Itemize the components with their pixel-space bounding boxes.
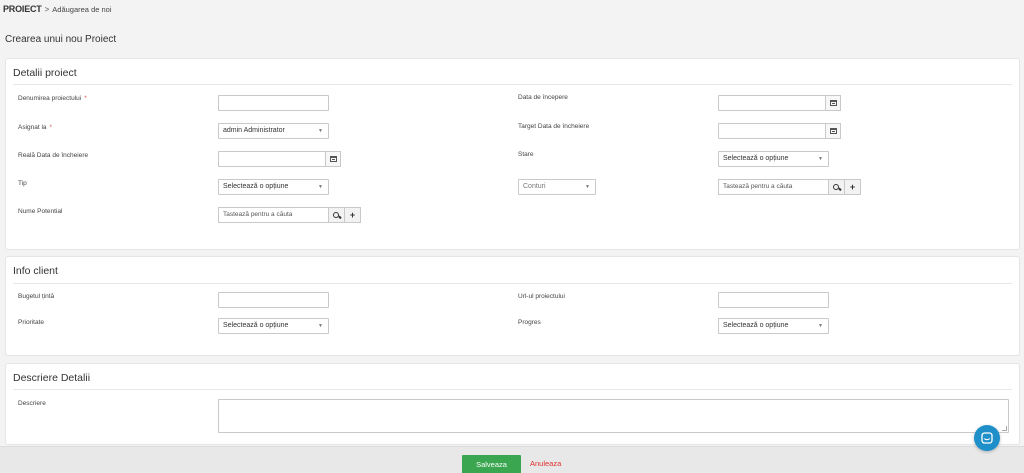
details-divider <box>13 84 1012 85</box>
budget-label: Bugetul țintă <box>18 293 55 300</box>
potential-search-button[interactable] <box>329 207 345 223</box>
project-name-label: Denumirea proiectului * <box>18 95 87 102</box>
assigned-label-text: Asignat la <box>18 124 47 131</box>
required-mark: * <box>49 124 53 131</box>
progress-select[interactable]: Selectează o opțiune ▼ <box>718 318 829 334</box>
description-panel-title: Descriere Detalii <box>13 372 91 384</box>
description-panel: Descriere Detalii Descriere <box>5 363 1020 445</box>
type-select-value: Selectează o opțiune <box>223 183 289 190</box>
search-icon <box>833 183 839 190</box>
calendar-icon <box>329 156 337 162</box>
account-search: Tastează pentru a căuta + <box>718 179 861 195</box>
start-date-label: Data de începere <box>518 94 568 101</box>
caret-down-icon: ▼ <box>318 323 323 329</box>
details-panel: Detalii proiect Denumirea proiectului * A… <box>5 58 1020 250</box>
save-button[interactable]: Salveaza <box>462 455 521 473</box>
client-info-divider <box>13 283 1012 284</box>
account-search-button[interactable] <box>829 179 845 195</box>
real-end-date-input[interactable] <box>218 151 326 167</box>
description-divider <box>13 389 1012 390</box>
account-type-select-value: Conturi <box>523 183 546 190</box>
assigned-select[interactable]: admin Administrator ▼ <box>218 123 329 139</box>
caret-down-icon: ▼ <box>318 128 323 134</box>
target-end-date-label: Target Data de încheiere <box>518 123 590 130</box>
progress-label: Progres <box>518 319 541 326</box>
real-end-date-button[interactable] <box>325 151 341 167</box>
priority-select[interactable]: Selectează o opțiune ▼ <box>218 318 329 334</box>
breadcrumb-current: Adăugarea de noi <box>52 4 112 14</box>
potential-name-label: Nume Potential <box>18 208 63 215</box>
potential-search-input[interactable]: Tastează pentru a căuta <box>218 207 329 223</box>
real-end-date-label: Reală Data de încheiere <box>18 152 89 159</box>
project-name-label-text: Denumirea proiectului <box>18 95 82 102</box>
resize-handle-icon[interactable] <box>1002 426 1007 431</box>
plus-icon: + <box>349 210 356 220</box>
description-label: Descriere <box>18 400 46 407</box>
project-url-input[interactable] <box>718 292 829 308</box>
status-select[interactable]: Selectează o opțiune ▼ <box>718 151 829 167</box>
type-label: Tip <box>18 180 27 187</box>
client-info-panel: Info client Bugetul țintă Prioritate Sel… <box>5 256 1020 356</box>
caret-down-icon: ▼ <box>585 184 590 190</box>
page-title: Crearea unui nou Proiect <box>5 34 117 45</box>
breadcrumb-root[interactable]: PROIECT <box>3 4 42 14</box>
caret-down-icon: ▼ <box>318 184 323 190</box>
caret-down-icon: ▼ <box>818 156 823 162</box>
breadcrumb-separator: > <box>44 4 50 14</box>
cancel-link[interactable]: Anuleaza <box>530 459 561 468</box>
assigned-label: Asignat la * <box>18 124 52 131</box>
description-textarea[interactable] <box>218 399 1009 433</box>
plus-icon: + <box>849 182 856 192</box>
client-info-panel-title: Info client <box>13 265 58 277</box>
project-name-input[interactable] <box>218 95 329 111</box>
account-type-select[interactable]: Conturi ▼ <box>518 179 596 195</box>
details-panel-title: Detalii proiect <box>13 67 77 79</box>
priority-select-value: Selectează o opțiune <box>223 322 289 329</box>
chat-icon <box>981 432 993 444</box>
status-label: Stare <box>518 151 534 158</box>
breadcrumb: PROIECT > Adăugarea de noi <box>3 3 112 15</box>
calendar-icon <box>829 100 837 106</box>
required-mark: * <box>84 95 87 102</box>
project-url-label: Url-ul proiectului <box>518 293 565 300</box>
target-end-date-button[interactable] <box>825 123 841 139</box>
account-add-button[interactable]: + <box>845 179 861 195</box>
potential-search: Tastează pentru a căuta + <box>218 207 361 223</box>
status-select-value: Selectează o opțiune <box>723 155 789 162</box>
priority-label: Prioritate <box>18 319 45 326</box>
progress-select-value: Selectează o opțiune <box>723 322 789 329</box>
calendar-icon <box>829 128 837 134</box>
type-select[interactable]: Selectează o opțiune ▼ <box>218 179 329 195</box>
potential-add-button[interactable]: + <box>345 207 361 223</box>
chat-button[interactable] <box>974 425 1000 451</box>
form-footer: Salveaza Anuleaza <box>0 446 1024 473</box>
start-date-button[interactable] <box>825 95 841 111</box>
assigned-select-value: admin Administrator <box>223 127 285 134</box>
account-search-input[interactable]: Tastează pentru a căuta <box>718 179 829 195</box>
budget-input[interactable] <box>218 292 329 308</box>
caret-down-icon: ▼ <box>818 323 823 329</box>
start-date-input[interactable] <box>718 95 826 111</box>
search-icon <box>333 211 339 218</box>
target-end-date-input[interactable] <box>718 123 826 139</box>
